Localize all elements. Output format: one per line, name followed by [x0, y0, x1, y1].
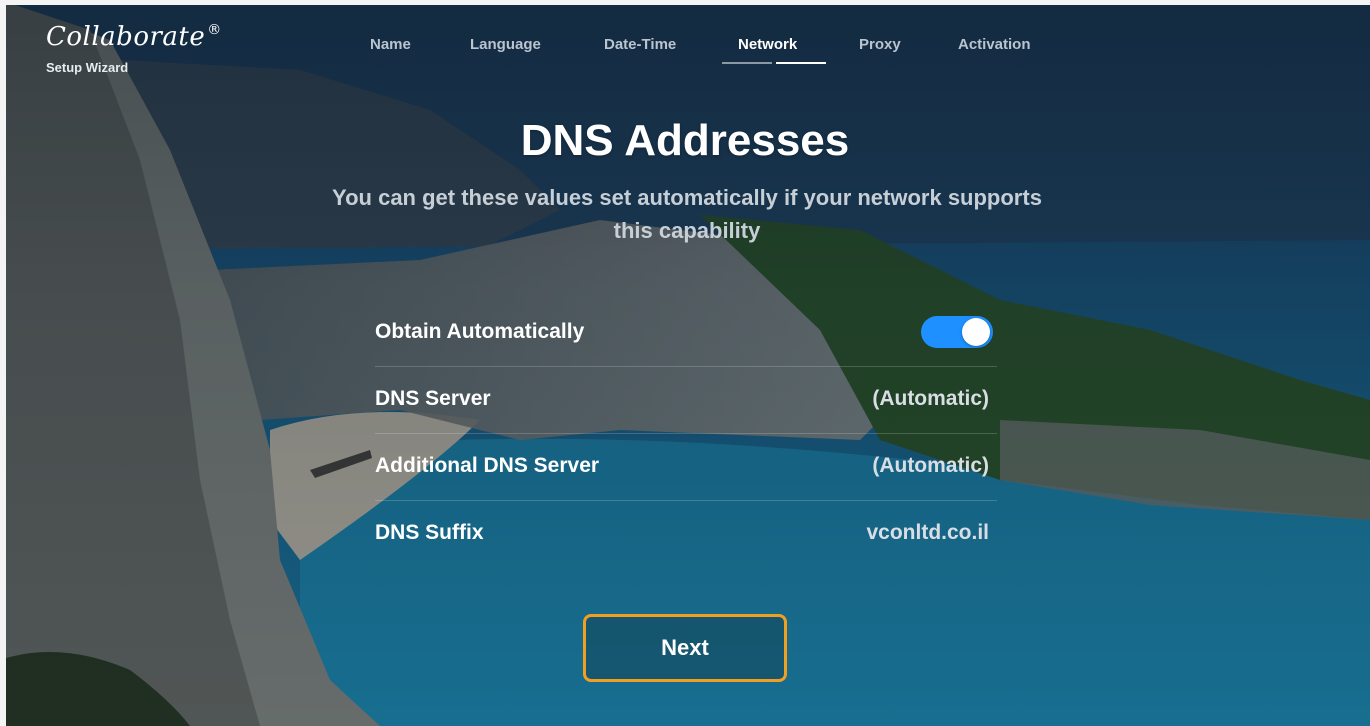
obtain-automatically-label: Obtain Automatically	[375, 320, 585, 343]
page-title: DNS Addresses	[520, 116, 850, 165]
dns-settings-list: Obtain Automatically DNS Server (Automat…	[375, 300, 997, 567]
dns-suffix-label: DNS Suffix	[375, 521, 484, 544]
step-activation[interactable]: Activation	[958, 36, 1031, 53]
obtain-automatically-row[interactable]: Obtain Automatically	[375, 300, 997, 367]
window-border-top	[0, 0, 1370, 5]
additional-dns-server-value: (Automatic)	[872, 454, 989, 477]
dns-suffix-row[interactable]: DNS Suffix vconltd.co.il	[375, 501, 997, 567]
active-step-underline-left	[722, 62, 772, 64]
obtain-automatically-toggle[interactable]	[921, 316, 993, 348]
step-proxy[interactable]: Proxy	[859, 36, 901, 53]
window-border-left	[0, 0, 6, 726]
dns-server-label: DNS Server	[375, 387, 491, 410]
step-network[interactable]: Network	[738, 36, 797, 53]
additional-dns-server-label: Additional DNS Server	[375, 454, 600, 477]
dns-server-value: (Automatic)	[872, 387, 989, 410]
setup-wizard-screen: Collaborate ® Setup Wizard Name Language …	[0, 0, 1370, 726]
wizard-steps-nav: Name Language Date-Time Network Proxy Ac…	[0, 36, 1370, 66]
dns-suffix-value: vconltd.co.il	[866, 521, 989, 544]
dns-server-row[interactable]: DNS Server (Automatic)	[375, 367, 997, 434]
step-name[interactable]: Name	[370, 36, 411, 53]
toggle-knob	[962, 318, 990, 346]
additional-dns-server-row[interactable]: Additional DNS Server (Automatic)	[375, 434, 997, 501]
step-date-time[interactable]: Date-Time	[604, 36, 676, 53]
page-subtitle: You can get these values set automatical…	[332, 185, 1042, 243]
next-button[interactable]: Next	[583, 614, 787, 682]
active-step-underline-right	[776, 62, 826, 64]
step-language[interactable]: Language	[470, 36, 541, 53]
